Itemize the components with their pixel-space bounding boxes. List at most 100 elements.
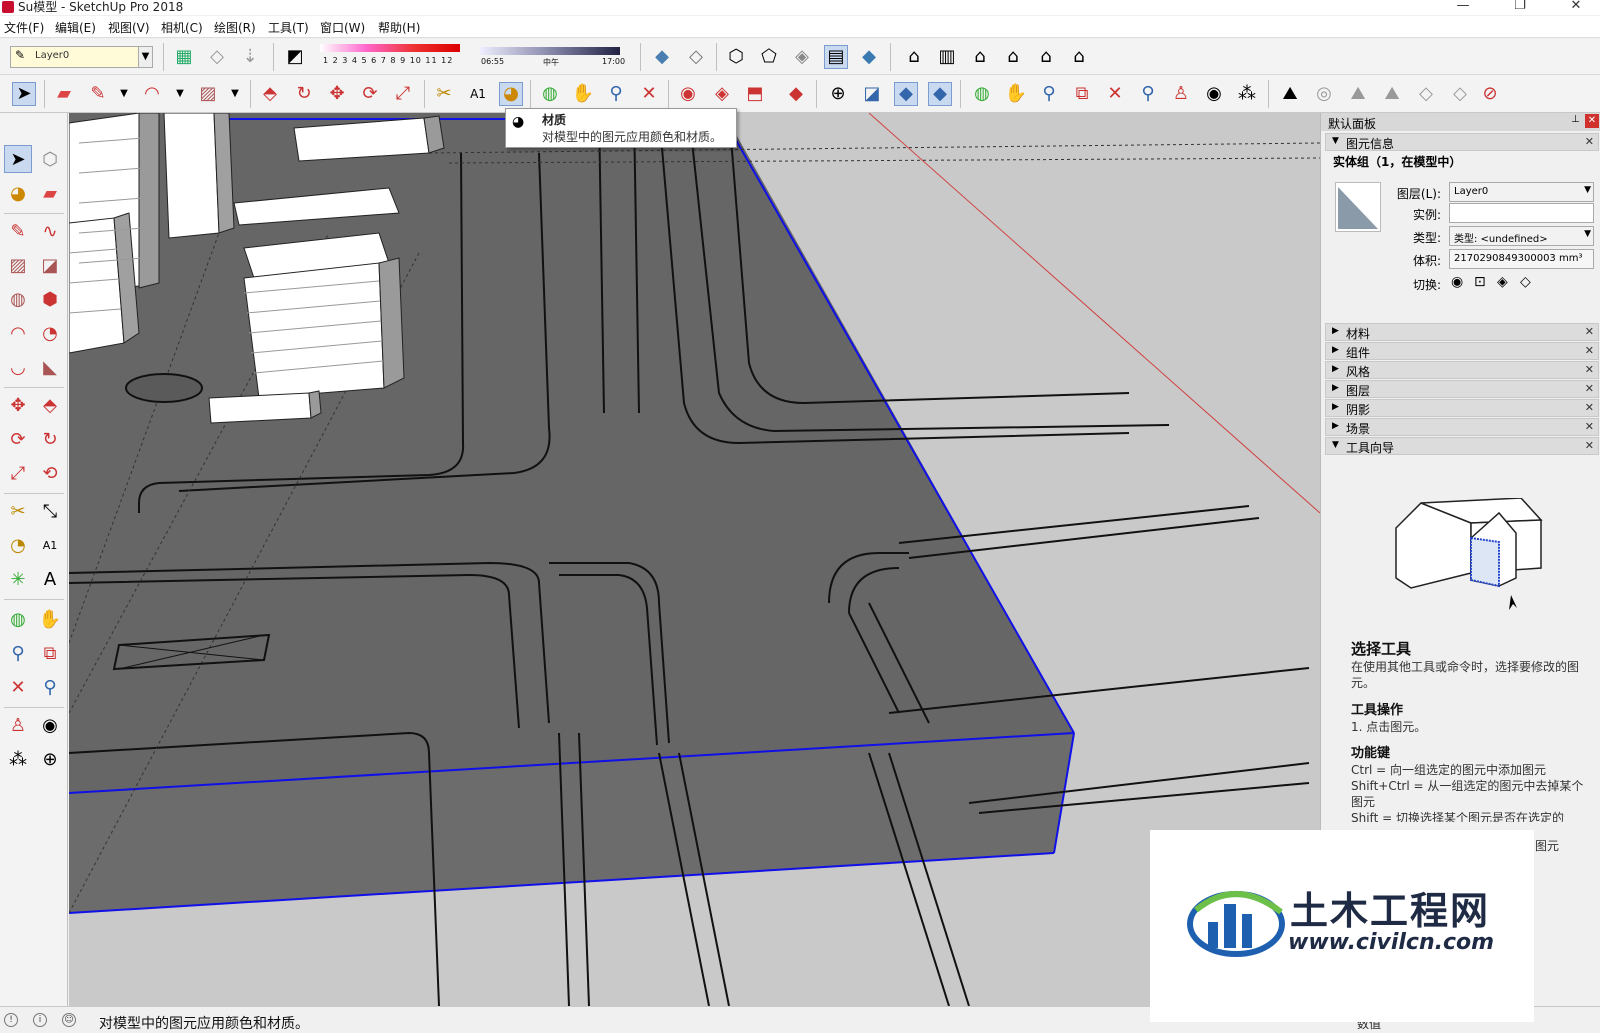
front-view-icon[interactable]: ⌂ xyxy=(968,45,992,69)
paint-bucket-icon[interactable]: ◕ xyxy=(499,82,523,106)
menu-help[interactable]: 帮助(H) xyxy=(378,19,420,36)
tray-close-icon[interactable]: ✕ xyxy=(1585,135,1594,148)
position-camera-icon[interactable]: ♙ xyxy=(4,711,32,739)
iso-view-icon[interactable]: ⌂ xyxy=(902,45,926,69)
tray-close-icon[interactable]: ✕ xyxy=(1585,344,1594,357)
eraser-icon[interactable]: ▰ xyxy=(36,179,64,207)
cast-shadows-icon[interactable]: ◇ xyxy=(1520,274,1531,290)
zoom-window-icon[interactable]: ⧉ xyxy=(1070,82,1094,106)
look-around-icon[interactable]: ◉ xyxy=(36,711,64,739)
orbit-icon[interactable]: ◍ xyxy=(4,605,32,633)
menu-tools[interactable]: 工具(T) xyxy=(268,19,309,36)
pan-hand-icon-2[interactable]: ✋ xyxy=(1004,82,1028,106)
tray-close-icon[interactable]: ✕ xyxy=(1585,325,1594,338)
orbit-icon-2[interactable]: ◍ xyxy=(970,82,994,106)
xray-mode-icon[interactable]: ◆ xyxy=(857,45,881,69)
share-component-icon[interactable]: ⬒ xyxy=(743,82,767,106)
visibility-eye-icon[interactable]: ◉ xyxy=(1451,274,1463,290)
menu-camera[interactable]: 相机(C) xyxy=(161,19,203,36)
sandbox-drape-icon[interactable]: ◇ xyxy=(1414,82,1438,106)
line-tool-icon[interactable]: ✎ xyxy=(4,217,32,245)
tape-measure-icon[interactable]: ✂ xyxy=(432,82,456,106)
extension-warehouse-icon[interactable]: ◆ xyxy=(784,82,808,106)
rotated-rectangle-icon[interactable]: ◪ xyxy=(36,251,64,279)
pie-tool-icon[interactable]: ◣ xyxy=(36,353,64,381)
zoom-icon[interactable]: ⚲ xyxy=(4,639,32,667)
tray-components[interactable]: ▶ 组件 ✕ xyxy=(1325,342,1599,360)
pan-hand-icon[interactable]: ✋ xyxy=(36,605,64,633)
rotate-tool-icon[interactable]: ⟳ xyxy=(358,82,382,106)
sandbox-flip-edge-icon[interactable]: ⊘ xyxy=(1478,82,1502,106)
right-view-icon[interactable]: ⌂ xyxy=(1001,45,1025,69)
sandbox-scratch-icon[interactable]: ◎ xyxy=(1312,82,1336,106)
hidden-line-style-icon[interactable]: ⬡ xyxy=(724,45,748,69)
tray-layers[interactable]: ▶ 图层 ✕ xyxy=(1325,380,1599,398)
restore-button[interactable]: ❐ xyxy=(1500,0,1540,13)
sandbox-detail-icon[interactable]: ◇ xyxy=(1448,82,1472,106)
zoom-icon[interactable]: ⚲ xyxy=(604,82,628,106)
instance-field[interactable] xyxy=(1449,203,1594,223)
push-pull-icon[interactable]: ⬘ xyxy=(36,391,64,419)
menu-view[interactable]: 视图(V) xyxy=(108,19,150,36)
scale-tool-icon[interactable]: ⤢ xyxy=(391,82,415,106)
top-view-icon[interactable]: ▥ xyxy=(935,45,959,69)
layer-dropdown[interactable]: ✎ Layer0 ▼ xyxy=(10,46,153,68)
select-tool-icon[interactable]: ➤ xyxy=(12,82,36,106)
tray-close-icon[interactable]: ✕ xyxy=(1585,363,1594,376)
shaded-style-icon[interactable]: ⬠ xyxy=(757,45,781,69)
pin-icon[interactable]: ⊥ xyxy=(1571,114,1580,125)
tape-measure-icon[interactable]: ✂ xyxy=(4,497,32,525)
close-button[interactable]: ✕ xyxy=(1556,0,1596,13)
tray-close-icon[interactable]: ✕ xyxy=(1585,420,1594,433)
rotate-tool-icon[interactable]: ⟳ xyxy=(4,425,32,453)
sandbox-contours-icon[interactable]: ⛰ xyxy=(1278,82,1302,106)
menu-window[interactable]: 窗口(W) xyxy=(320,19,365,36)
tray-scenes[interactable]: ▶ 场景 ✕ xyxy=(1325,418,1599,436)
layer-manager-icon[interactable]: ▦ xyxy=(172,45,196,69)
look-around-icon[interactable]: ◉ xyxy=(1202,82,1226,106)
shadow-toggle-icon[interactable]: ◩ xyxy=(283,45,307,69)
arc-tool-icon[interactable]: ◠ xyxy=(4,319,32,347)
chevron-down-icon[interactable]: ▼ xyxy=(138,47,152,67)
protractor-icon[interactable]: ◔ xyxy=(4,531,32,559)
move-tool-icon[interactable]: ✥ xyxy=(325,82,349,106)
3d-text-icon[interactable]: A xyxy=(36,565,64,593)
circle-tool-icon[interactable]: ◍ xyxy=(4,285,32,313)
panel-close-icon[interactable]: ✕ xyxy=(1585,114,1599,128)
rectangle-tool-icon[interactable]: ▨ xyxy=(196,82,220,106)
walk-footprints-icon[interactable]: ⁂ xyxy=(1235,82,1259,106)
chevron-down-icon[interactable]: ▼ xyxy=(168,82,192,106)
menu-draw[interactable]: 绘图(R) xyxy=(214,19,256,36)
text-tool-icon[interactable]: A1 xyxy=(36,531,64,559)
section-display-icon[interactable]: ◆ xyxy=(894,82,918,106)
section-cut-icon[interactable]: ◆ xyxy=(928,82,952,106)
orbit-icon[interactable]: ◍ xyxy=(538,82,562,106)
back-view-icon[interactable]: ⌂ xyxy=(1034,45,1058,69)
geo-location-icon[interactable]: ! xyxy=(4,1013,18,1027)
eraser-icon[interactable]: ▰ xyxy=(52,82,76,106)
rectangle-tool-icon[interactable]: ▨ xyxy=(4,251,32,279)
layer-tag-icon[interactable]: ◇ xyxy=(205,45,229,69)
offset-tool-icon[interactable]: ⟲ xyxy=(36,459,64,487)
tray-instructor[interactable]: ▼ 工具向导 ✕ xyxy=(1325,437,1599,455)
zoom-extents-icon[interactable]: ✕ xyxy=(637,82,661,106)
wireframe-style-icon[interactable]: ◇ xyxy=(684,45,708,69)
select-tool-icon[interactable]: ➤ xyxy=(4,145,32,173)
section-plane-icon[interactable]: ⊕ xyxy=(36,745,64,773)
sandbox-smoove-icon[interactable]: ⛰ xyxy=(1346,82,1370,106)
tray-styles[interactable]: ▶ 风格 ✕ xyxy=(1325,361,1599,379)
follow-me-icon[interactable]: ↻ xyxy=(292,82,316,106)
shaded-texture-icon[interactable]: ◈ xyxy=(790,45,814,69)
chevron-down-icon[interactable]: ▼ xyxy=(112,82,136,106)
two-point-arc-icon[interactable]: ◔ xyxy=(36,319,64,347)
entity-layer-dropdown[interactable]: Layer0 ▼ xyxy=(1449,182,1594,202)
layer-down-icon[interactable]: ⇣ xyxy=(238,45,262,69)
xray-style-icon[interactable]: ◆ xyxy=(650,45,674,69)
model-viewport[interactable] xyxy=(69,113,1320,1006)
zoom-icon-2[interactable]: ⚲ xyxy=(1037,82,1061,106)
zoom-window-icon[interactable]: ⧉ xyxy=(36,639,64,667)
tray-shadows[interactable]: ▶ 阴影 ✕ xyxy=(1325,399,1599,417)
warehouse-icon[interactable]: ◉ xyxy=(676,82,700,106)
type-dropdown[interactable]: 类型: <undefined> ▼ xyxy=(1449,226,1594,246)
tray-close-icon[interactable]: ✕ xyxy=(1585,401,1594,414)
